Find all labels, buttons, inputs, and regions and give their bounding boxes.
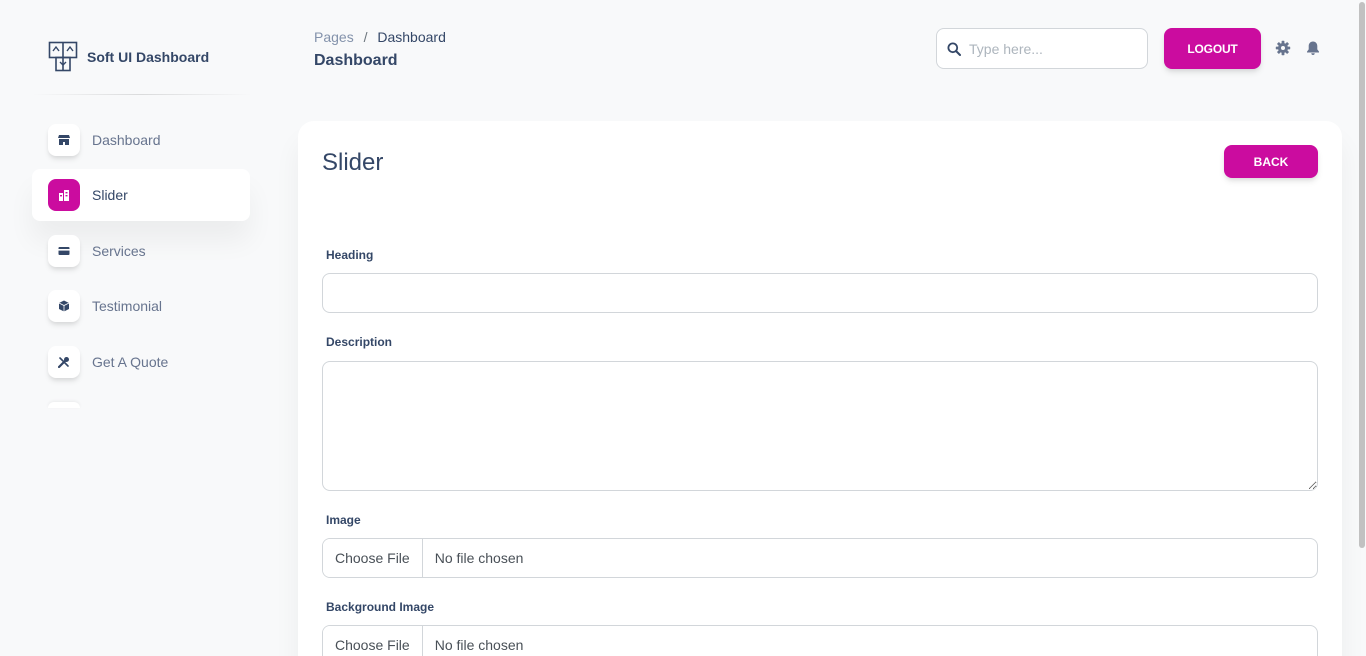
office-icon xyxy=(48,179,80,211)
sidebar-item-services[interactable]: Services xyxy=(32,225,250,277)
box-3d-icon xyxy=(48,290,80,322)
credit-card-icon xyxy=(48,235,80,267)
brand[interactable]: Soft UI Dashboard xyxy=(48,41,209,73)
background-image-label: Background Image xyxy=(326,600,435,614)
image-label: Image xyxy=(326,513,361,527)
scrollbar-thumb[interactable] xyxy=(1359,2,1365,548)
back-button[interactable]: BACK xyxy=(1224,145,1318,178)
page-scrollbar[interactable] xyxy=(1358,0,1366,656)
shop-icon xyxy=(48,124,80,156)
logout-button[interactable]: LOGOUT xyxy=(1164,28,1261,69)
search-box[interactable] xyxy=(936,28,1148,69)
sidebar: Soft UI Dashboard Dashboard Slider Servi… xyxy=(16,16,266,416)
sidebar-item-dashboard[interactable]: Dashboard xyxy=(32,114,250,166)
sidebar-item-get-a-quote[interactable]: Get A Quote xyxy=(32,336,250,388)
sidebar-item-label: Get A Quote xyxy=(92,354,169,370)
bell-icon[interactable] xyxy=(1305,40,1321,56)
breadcrumb-current: Dashboard xyxy=(377,29,446,45)
tools-icon xyxy=(48,346,80,378)
sidebar-item-label: Services xyxy=(92,243,146,259)
description-textarea[interactable] xyxy=(322,361,1318,491)
search-icon xyxy=(947,42,961,56)
brand-logo-icon xyxy=(48,41,78,72)
card-title: Slider xyxy=(322,149,384,176)
breadcrumb: Pages / Dashboard xyxy=(314,29,446,45)
background-image-file-input[interactable]: Choose File No file chosen xyxy=(322,625,1318,656)
image-file-input[interactable]: Choose File No file chosen xyxy=(322,538,1318,578)
heading-label: Heading xyxy=(326,248,374,262)
choose-file-button[interactable]: Choose File xyxy=(323,539,423,577)
gear-icon[interactable] xyxy=(1275,40,1291,56)
sidebar-item-label: Dashboard xyxy=(92,132,161,148)
file-status: No file chosen xyxy=(434,550,524,566)
sidebar-divider xyxy=(32,94,252,95)
sidebar-item-testimonial[interactable]: Testimonial xyxy=(32,280,250,332)
sidebar-item-label: Testimonial xyxy=(92,298,163,314)
heading-input[interactable] xyxy=(322,273,1318,313)
slider-form-card: Slider BACK Heading Description Image Ch… xyxy=(298,121,1342,656)
description-label: Description xyxy=(326,335,393,349)
sidebar-item-slider[interactable]: Slider xyxy=(32,169,250,221)
file-status: No file chosen xyxy=(434,637,524,653)
choose-file-button[interactable]: Choose File xyxy=(323,626,423,656)
breadcrumb-separator: / xyxy=(363,29,368,45)
sidebar-item-partial[interactable] xyxy=(48,402,80,408)
search-input[interactable] xyxy=(969,40,1129,57)
page-title: Dashboard xyxy=(314,52,398,69)
sidebar-item-label: Slider xyxy=(92,187,128,203)
breadcrumb-parent[interactable]: Pages xyxy=(314,29,354,45)
brand-name: Soft UI Dashboard xyxy=(87,49,210,65)
